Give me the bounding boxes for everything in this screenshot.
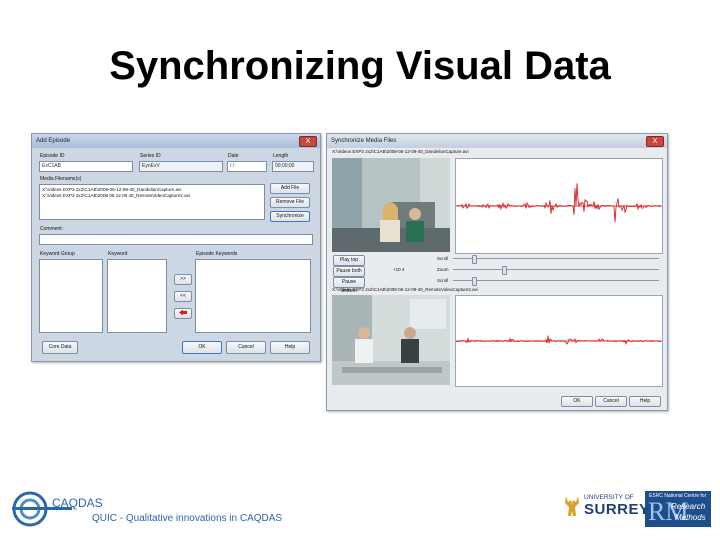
top-waveform-graph [455,183,662,223]
zoom-slider-track[interactable] [453,269,659,270]
delete-keyword-button[interactable] [174,308,192,319]
stag-icon [565,496,579,516]
waveform-trace [455,335,662,345]
delete-arrow-icon [179,309,187,316]
remove-keyword-button[interactable]: << [174,291,192,302]
core-data-button[interactable]: Core Data [42,341,78,354]
synchronize-button[interactable]: Synchronize [270,211,310,222]
add-episode-title: Add Episode [36,138,71,144]
scroll-bottom-slider-track[interactable] [453,280,659,281]
zoom-slider-thumb[interactable] [502,266,507,275]
caqdas-tagline: QUIC - Qualitative innovations in CAQDAS [92,513,283,524]
close-button[interactable]: X [299,136,317,147]
scroll-slider-track[interactable] [453,258,659,259]
file2-path: X:\Videos EXP3 2x2\C1AB\2008-06-12-09-40… [332,287,478,292]
keyword-list[interactable] [107,259,167,333]
add-keyword-button[interactable]: >> [174,274,192,285]
synchronize-dialog: Synchronize Media Files X X:\Videos EXP3… [326,133,668,411]
file1-path: X:\Videos EXP3 2x2\C1AB\2008-06-12-09-40… [332,149,469,154]
scroll-label: Scroll [437,256,449,261]
cancel-button[interactable]: Cancel [226,341,266,354]
cancel-button[interactable]: Cancel [595,396,627,407]
media-file-item[interactable]: X:\Videos EXP3 2x2\C1AB\2008 06 12 09 40… [40,192,264,198]
episode-keywords-list[interactable] [195,259,311,333]
ncrm-methods: Methods [675,513,706,522]
sync-title: Synchronize Media Files [331,138,397,144]
help-button[interactable]: Help [629,396,661,407]
slide-title: Synchronizing Visual Data [109,44,611,88]
sync-titlebar: Synchronize Media Files X [327,134,667,148]
ncrm-logo: ESRC National Centre for RM Research Met… [645,491,711,527]
add-episode-dialog: Add Episode X Episode ID ExC1AB Series I… [31,133,321,362]
scroll-slider-thumb[interactable] [472,255,477,264]
scroll-bottom-slider-thumb[interactable] [472,277,477,286]
offset-readout: +10 4 [393,267,405,272]
help-button[interactable]: Help [270,341,310,354]
comment-field[interactable] [39,234,313,245]
add-episode-titlebar: Add Episode X [32,134,320,148]
date-field[interactable]: / / [227,161,267,172]
keyword-group-list[interactable] [39,259,103,333]
ok-button[interactable]: OK [182,341,222,354]
top-video-image [332,158,450,252]
top-video-frame[interactable] [332,158,450,252]
media-files-list[interactable]: X:\Videos EXP3 2x2\C1AB\2008-06-12-09-40… [39,184,265,220]
surrey-line1: UNIVERSITY OF [584,494,634,501]
length-label: Length [273,153,289,159]
episode-id-label: Episode ID [40,153,65,159]
top-waveform[interactable] [455,158,663,254]
bottom-waveform[interactable] [455,295,663,387]
bottom-video-image [332,295,450,385]
bottom-waveform-graph [455,335,662,345]
keyword-group-label: Keyword Group [40,251,75,257]
media-file-item[interactable]: X:\Videos EXP3 2x2\C1AB\2008-06-12-09-40… [40,185,264,192]
scroll-bottom-label: Scroll [437,278,449,283]
remove-file-button[interactable]: Remove File [270,197,310,208]
play-top-button[interactable]: Play top [333,255,365,266]
pause-both-button[interactable]: Pause both [333,266,365,277]
episode-id-field[interactable]: ExC1AB [39,161,133,172]
zoom-label: Zoom [437,267,449,272]
comment-label: Comment: [40,226,64,232]
date-label: Date [228,153,239,159]
ncrm-research: Research [671,502,706,511]
keyword-label: Keyword [108,251,128,257]
waveform-trace [455,183,662,223]
length-field[interactable]: 00:00:00 [272,161,314,172]
ok-button[interactable]: OK [561,396,593,407]
episode-keywords-label: Episode Keywords [196,251,238,257]
surrey-line2: SURREY [584,501,650,518]
bottom-video-frame[interactable] [332,295,450,385]
series-id-label: Series ID [140,153,161,159]
series-id-field[interactable]: EynExV [139,161,223,172]
add-file-button[interactable]: Add File [270,183,310,194]
caqdas-name: CAQDAS [52,496,103,510]
media-filenames-label: Media Filename(s) [40,176,82,182]
close-button[interactable]: X [646,136,664,147]
